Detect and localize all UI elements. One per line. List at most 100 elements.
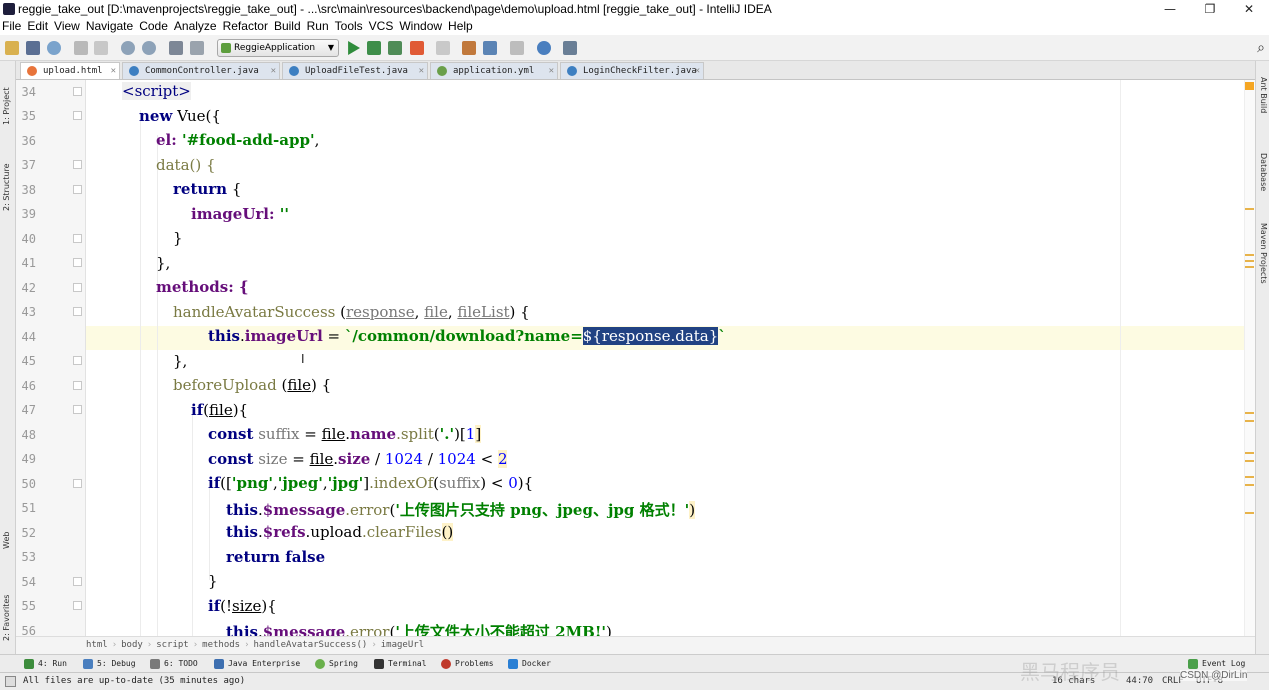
fold-marker-icon[interactable] [73, 405, 82, 414]
menu-code[interactable]: Code [136, 18, 171, 35]
menu-run[interactable]: Run [304, 18, 332, 35]
structure-tool-tab[interactable]: 2: Structure [2, 163, 11, 211]
tab-upload-file-test[interactable]: UploadFileTest.java ✕ [282, 62, 428, 79]
build-icon[interactable] [169, 41, 183, 55]
project-tool-tab[interactable]: 1: Project [2, 87, 11, 125]
run-tool-button[interactable]: 4: Run [24, 655, 67, 672]
selected-text[interactable]: ${response.data} [582, 327, 719, 345]
terminal-tool-button[interactable]: Terminal [374, 655, 427, 672]
menu-vcs[interactable]: VCS [366, 18, 397, 35]
fold-marker-icon[interactable] [73, 356, 82, 365]
zoom-out-icon[interactable] [142, 41, 156, 55]
error-stripe-marker[interactable] [1245, 512, 1254, 514]
maximize-button[interactable]: ❐ [1190, 0, 1230, 18]
menu-analyze[interactable]: Analyze [171, 18, 220, 35]
search-icon[interactable]: ⌕ [1257, 40, 1265, 56]
error-stripe-marker[interactable] [1245, 484, 1254, 486]
editor-scrollbar[interactable] [1244, 80, 1255, 636]
fold-marker-icon[interactable] [73, 283, 82, 292]
run-configuration-select[interactable]: ReggieApplication ▼ [217, 39, 339, 57]
tab-upload-html[interactable]: upload.html ✕ [20, 62, 120, 79]
error-stripe-marker[interactable] [1245, 412, 1254, 414]
menu-build[interactable]: Build [271, 18, 304, 35]
todo-tool-button[interactable]: 6: TODO [150, 655, 198, 672]
close-icon[interactable]: ✕ [695, 63, 700, 79]
undo-icon[interactable] [74, 41, 88, 55]
vcs-icon[interactable] [436, 41, 450, 55]
error-stripe-marker[interactable] [1245, 460, 1254, 462]
close-button[interactable]: ✕ [1229, 0, 1269, 18]
breadcrumb-item[interactable]: methods [202, 640, 240, 650]
zoom-in-icon[interactable] [121, 41, 135, 55]
debug-tool-button[interactable]: 5: Debug [83, 655, 136, 672]
run-icon[interactable] [348, 41, 360, 55]
save-icon[interactable] [26, 41, 40, 55]
error-stripe-marker[interactable] [1245, 260, 1254, 262]
menu-view[interactable]: View [51, 18, 83, 35]
fold-marker-icon[interactable] [73, 185, 82, 194]
warning-indicator-icon[interactable] [1245, 82, 1254, 90]
stop-icon[interactable] [410, 41, 424, 55]
menu-edit[interactable]: Edit [24, 18, 51, 35]
error-stripe-marker[interactable] [1245, 476, 1254, 478]
database-tool-tab[interactable]: Database [1259, 153, 1268, 191]
menu-file[interactable]: File [0, 18, 24, 35]
caret-position[interactable]: 44:70 [1126, 673, 1153, 690]
fold-marker-icon[interactable] [73, 234, 82, 243]
menu-navigate[interactable]: Navigate [83, 18, 136, 35]
error-stripe-marker[interactable] [1245, 254, 1254, 256]
error-stripe-marker[interactable] [1245, 420, 1254, 422]
error-stripe-marker[interactable] [1245, 208, 1254, 210]
tab-application-yml[interactable]: application.yml ✕ [430, 62, 558, 79]
tab-login-check-filter[interactable]: LoginCheckFilter.java ✕ [560, 62, 704, 79]
java-enterprise-tool-button[interactable]: Java Enterprise [214, 655, 300, 672]
ant-build-tool-tab[interactable]: Ant Build [1259, 77, 1268, 113]
coverage-icon[interactable] [388, 41, 402, 55]
menu-help[interactable]: Help [445, 18, 476, 35]
close-icon[interactable]: ✕ [419, 63, 424, 79]
fold-marker-icon[interactable] [73, 577, 82, 586]
web-tool-tab[interactable]: Web [2, 532, 11, 549]
docker-tool-button[interactable]: Docker [508, 655, 551, 672]
structure-icon[interactable] [483, 41, 497, 55]
close-icon[interactable]: ✕ [271, 63, 276, 79]
fold-marker-icon[interactable] [73, 111, 82, 120]
settings-icon[interactable] [462, 41, 476, 55]
close-icon[interactable]: ✕ [111, 63, 116, 79]
breadcrumb-item[interactable]: html [86, 640, 108, 650]
fold-marker-icon[interactable] [73, 381, 82, 390]
fold-marker-icon[interactable] [73, 307, 82, 316]
breadcrumb-item[interactable]: script [156, 640, 189, 650]
spring-tool-button[interactable]: Spring [315, 655, 358, 672]
code-token: .error [345, 623, 390, 636]
breadcrumb-item[interactable]: imageUrl [381, 640, 424, 650]
menu-window[interactable]: Window [396, 18, 445, 35]
favorites-tool-tab[interactable]: 2: Favorites [2, 595, 11, 641]
error-stripe-marker[interactable] [1245, 266, 1254, 268]
sync-icon[interactable] [47, 41, 61, 55]
tab-common-controller[interactable]: CommonController.java ✕ [122, 62, 280, 79]
fold-marker-icon[interactable] [73, 601, 82, 610]
help-icon[interactable] [537, 41, 551, 55]
close-icon[interactable]: ✕ [549, 63, 554, 79]
minimize-button[interactable]: — [1150, 0, 1190, 18]
maven-projects-tool-tab[interactable]: Maven Projects [1259, 223, 1268, 284]
fold-marker-icon[interactable] [73, 160, 82, 169]
build-project-icon[interactable] [190, 41, 204, 55]
plugins-icon[interactable] [563, 41, 577, 55]
status-toggle-icon[interactable] [5, 676, 16, 687]
menu-tools[interactable]: Tools [332, 18, 366, 35]
debug-icon[interactable] [367, 41, 381, 55]
redo-icon[interactable] [94, 41, 108, 55]
breadcrumb-item[interactable]: handleAvatarSuccess() [254, 640, 368, 650]
fold-marker-icon[interactable] [73, 87, 82, 96]
breadcrumb-item[interactable]: body [121, 640, 143, 650]
menu-refactor[interactable]: Refactor [220, 18, 271, 35]
error-stripe-marker[interactable] [1245, 452, 1254, 454]
code-editor[interactable]: 34 35 36 37 38 39 40 41 42 43 44 45 46 4… [16, 80, 1255, 636]
fold-marker-icon[interactable] [73, 479, 82, 488]
open-icon[interactable] [5, 41, 19, 55]
fold-marker-icon[interactable] [73, 258, 82, 267]
sdk-icon[interactable] [510, 41, 524, 55]
problems-tool-button[interactable]: Problems [441, 655, 494, 672]
